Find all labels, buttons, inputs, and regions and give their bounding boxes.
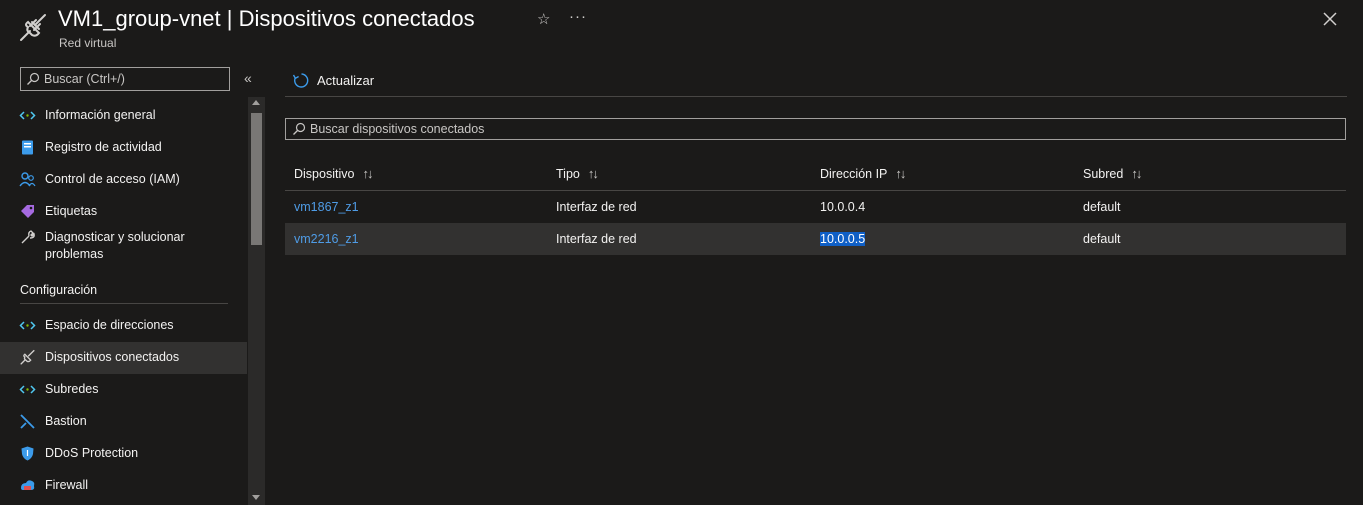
ellipsis-icon[interactable]: ···: [569, 8, 587, 25]
tag-icon: [19, 203, 36, 220]
firewall-icon: [19, 477, 36, 494]
scroll-down-arrow-icon[interactable]: [252, 495, 260, 500]
connected-devices-table: Dispositivo ↑↓ Tipo ↑↓ Dirección IP ↑↓ S…: [285, 158, 1346, 255]
collapse-menu-icon[interactable]: «: [244, 70, 252, 86]
toolbar-divider: [285, 96, 1347, 97]
column-title: Dirección IP: [820, 166, 888, 181]
sidebar-item-overview[interactable]: Información general: [0, 100, 247, 132]
main-content: Actualizar Dispositivo ↑↓ Tipo ↑↓ Direcc…: [285, 60, 1347, 505]
refresh-icon: [292, 72, 309, 88]
sidebar-item-label: Diagnosticar y solucionar problemas: [45, 230, 185, 261]
subnets-icon: [19, 381, 36, 398]
sidebar-item-label: Control de acceso (IAM): [45, 172, 180, 186]
column-title: Subred: [1083, 166, 1124, 181]
device-subnet: default: [1083, 200, 1121, 214]
close-icon[interactable]: [1321, 10, 1339, 28]
sidebar-item-bastion[interactable]: Bastion: [0, 406, 247, 438]
activity-log-icon: [19, 139, 36, 156]
column-header-ip[interactable]: Dirección IP ↑↓: [820, 166, 906, 181]
menu-search-box[interactable]: [20, 67, 230, 91]
device-link[interactable]: vm2216_z1: [294, 232, 359, 246]
menu-scrollbar[interactable]: [248, 97, 265, 505]
overview-icon: [19, 107, 36, 124]
scroll-up-arrow-icon[interactable]: [252, 100, 260, 105]
sidebar-item-label: Información general: [45, 108, 156, 122]
menu-items: Información general Registro de activida…: [0, 100, 247, 502]
blade-header: VM1_group-vnet | Dispositivos conectados…: [0, 0, 1363, 60]
sidebar-item-label: Subredes: [45, 382, 99, 396]
sort-icon[interactable]: ↑↓: [1131, 166, 1142, 181]
sidebar-item-connected-devices[interactable]: Dispositivos conectados: [0, 342, 247, 374]
bastion-icon: [19, 413, 36, 430]
sidebar-item-label: Registro de actividad: [45, 140, 162, 154]
iam-icon: [19, 171, 36, 188]
sort-icon[interactable]: ↑↓: [362, 166, 373, 181]
connected-devices-icon: [20, 14, 46, 41]
sort-icon[interactable]: ↑↓: [588, 166, 599, 181]
resource-type-subtitle: Red virtual: [59, 36, 117, 50]
sidebar-item-tags[interactable]: Etiquetas: [0, 196, 247, 228]
page-title: VM1_group-vnet | Dispositivos conectados: [58, 6, 475, 31]
sidebar-item-diagnose[interactable]: Diagnosticar y solucionar problemas: [0, 228, 247, 270]
device-subnet: default: [1083, 232, 1121, 246]
column-header-type[interactable]: Tipo ↑↓: [556, 166, 599, 181]
section-divider: [20, 303, 228, 304]
sidebar-item-label: Firewall: [45, 478, 89, 492]
sidebar-item-activity-log[interactable]: Registro de actividad: [0, 132, 247, 164]
sidebar-item-label: Espacio de direcciones: [45, 318, 174, 332]
menu-search-input[interactable]: [44, 70, 224, 88]
device-ip: 10.0.0.5: [820, 232, 866, 246]
column-header-device[interactable]: Dispositivo ↑↓: [294, 166, 373, 181]
table-row[interactable]: vm2216_z1 Interfaz de red 10.0.0.5 defau…: [285, 223, 1346, 255]
sidebar-item-address-space[interactable]: Espacio de direcciones: [0, 310, 247, 342]
resource-menu: « Información general Registro de activi…: [0, 60, 265, 505]
refresh-button[interactable]: Actualizar: [292, 70, 374, 90]
device-type: Interfaz de red: [556, 232, 637, 246]
sidebar-item-label: Dispositivos conectados: [45, 350, 180, 364]
section-title: Configuración: [20, 283, 98, 297]
sort-icon[interactable]: ↑↓: [895, 166, 906, 181]
address-space-icon: [19, 317, 36, 334]
device-type: Interfaz de red: [556, 200, 637, 214]
devices-search-input[interactable]: [310, 120, 1330, 138]
connected-devices-icon: [19, 349, 36, 366]
sidebar-item-label: Etiquetas: [45, 204, 98, 218]
wrench-icon: [19, 229, 36, 246]
sidebar-item-label: Bastion: [45, 414, 87, 428]
sidebar-item-ddos[interactable]: DDoS Protection: [0, 438, 247, 470]
refresh-label: Actualizar: [317, 72, 375, 88]
sidebar-item-subnets[interactable]: Subredes: [0, 374, 247, 406]
sidebar-item-label: DDoS Protection: [45, 446, 139, 460]
table-row[interactable]: vm1867_z1 Interfaz de red 10.0.0.4 defau…: [285, 191, 1346, 223]
search-icon: [27, 72, 40, 85]
table-header: Dispositivo ↑↓ Tipo ↑↓ Dirección IP ↑↓ S…: [285, 158, 1346, 191]
shield-icon: [19, 445, 36, 462]
scroll-thumb[interactable]: [251, 113, 262, 245]
devices-search-box[interactable]: [285, 118, 1346, 140]
column-header-subnet[interactable]: Subred ↑↓: [1083, 166, 1142, 181]
sidebar-item-firewall[interactable]: Firewall: [0, 470, 247, 502]
sidebar-item-iam[interactable]: Control de acceso (IAM): [0, 164, 247, 196]
search-icon: [293, 122, 306, 135]
device-ip: 10.0.0.4: [820, 200, 866, 214]
column-title: Tipo: [556, 166, 580, 181]
device-link[interactable]: vm1867_z1: [294, 200, 359, 214]
star-icon[interactable]: ☆: [537, 10, 550, 28]
column-title: Dispositivo: [294, 166, 355, 181]
section-configuration: Configuración: [0, 270, 247, 310]
